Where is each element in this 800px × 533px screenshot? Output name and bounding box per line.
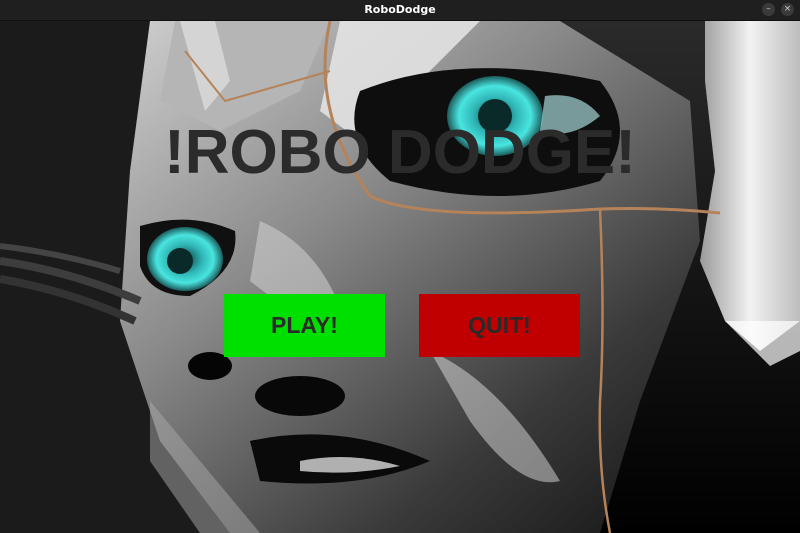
game-window: RoboDodge – × !ROBO DODGE! PLAY! QUIT!	[0, 0, 800, 533]
play-button[interactable]: PLAY!	[224, 294, 385, 357]
game-title: !ROBO DODGE!	[164, 118, 636, 187]
robot-face-artwork	[0, 21, 800, 533]
minimize-icon[interactable]: –	[762, 3, 775, 16]
quit-button[interactable]: QUIT!	[419, 294, 580, 357]
close-icon[interactable]: ×	[781, 3, 794, 16]
window-title: RoboDodge	[364, 3, 436, 16]
title-bar: RoboDodge – ×	[0, 0, 800, 21]
background-robot-face: !ROBO DODGE! PLAY! QUIT!	[0, 21, 800, 533]
